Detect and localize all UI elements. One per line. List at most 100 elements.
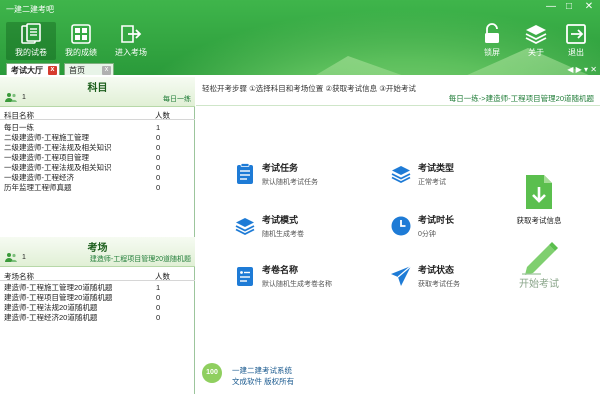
exam-mode-label: 考试模式 [262,215,299,225]
table-row[interactable]: 建造师-工程经济20道随机题 0 [0,313,195,323]
subjects-header: 科目 1 每日一练 [0,77,195,107]
close-tab-icon[interactable]: x [48,66,57,75]
task-list-icon [237,163,253,184]
table-row[interactable]: 一级建造师-工程项目管理 0 [0,153,195,163]
table-row[interactable]: 建造师-工程法规20道随机题 0 [0,303,195,313]
row-count: 0 [156,163,161,172]
footer-copyright: 文成软件 版权所有 [232,377,295,386]
left-panel: 科目 1 每日一练 科目名称 人数 每日一练 1 二级建造师-工程施工管理 0 二级… [0,77,195,394]
row-count: 1 [156,283,161,292]
table-row[interactable]: 建造师-工程项目管理20道随机题 0 [0,293,195,303]
rooms-header: 考场 1 建造师-工程项目管理20道随机题 [0,237,195,267]
row-name: 建造师-工程法规20道随机题 [4,303,98,312]
row-name: 一级建造师-工程法规及相关知识 [4,163,112,172]
main-panel: 轻松开考步骤 ①选择科目和考场位置 ②获取考试信息 ③开始考试 每日一练->建造… [196,77,600,394]
row-name: 每日一练 [4,123,34,132]
table-row[interactable]: 每日一练 1 [0,123,195,133]
subject-name-column[interactable]: 科目名称 [4,110,34,121]
exam-mode-value: 随机生成考卷 [262,231,304,238]
paper-name-label: 考卷名称 [262,265,299,275]
rooms-list: 建造师-工程施工管理20道随机题 1 建造师-工程项目管理20道随机题 0 建造师-… [0,283,195,323]
exam-steps: 轻松开考步骤 ①选择科目和考场位置 ②获取考试信息 ③开始考试 [202,84,416,93]
enter-exam-room-label: 进入考场 [115,48,147,57]
tab-home[interactable]: 首页 x [64,63,114,75]
lock-screen-button[interactable]: 锁屏 [468,22,516,60]
tab-navigation-arrows[interactable]: ◀ ▶ ▾ ✕ [567,65,597,74]
get-exam-info-label: 获取考试信息 [516,216,562,225]
row-name: 一级建造师-工程项目管理 [4,153,89,162]
paper-stack-icon [21,23,41,44]
rooms-table-header: 考场名称 人数 [0,269,195,281]
row-count: 0 [156,153,161,162]
document-icon [237,267,253,286]
room-name-column[interactable]: 考场名称 [4,271,34,282]
exit-button[interactable]: 退出 [552,22,600,60]
window-title: 一建二建考吧 [6,5,54,14]
subjects-list: 每日一练 1 二级建造师-工程施工管理 0 二级建造师-工程法规及相关知识 0 一级建… [0,123,195,193]
exam-duration-label: 考试时长 [418,215,455,225]
lock-icon [485,23,499,43]
enter-exam-room-button[interactable]: 进入考场 [106,22,156,60]
selected-subject: 每日一练 [163,96,191,103]
lock-screen-label: 锁屏 [484,48,500,57]
rooms-count: 1 [22,254,26,261]
subjects-count: 1 [22,94,26,101]
row-name: 二级建造师-工程法规及相关知识 [4,143,112,152]
maximize-button[interactable]: □ [558,0,580,16]
exam-task-value: 默认随机考试任务 [262,179,318,186]
my-scores-label: 我的成绩 [65,48,97,57]
exam-type-label: 考试类型 [418,163,455,173]
footer-system-name: 一建二建考试系统 [232,366,292,375]
table-row[interactable]: 一级建造师-工程法规及相关知识 0 [0,163,195,173]
tab-exam-hall-label: 考试大厅 [11,66,43,75]
download-document-icon [526,175,552,209]
my-scores-button[interactable]: 我的成绩 [56,22,106,60]
layers-icon [525,25,547,45]
exam-status-value: 获取考试任务 [418,281,460,288]
paper-name-value: 默认随机生成考卷名称 [262,281,332,288]
selected-room: 建造师-工程项目管理20道随机题 [89,256,191,263]
tab-home-label: 首页 [69,66,85,75]
table-row[interactable]: 建造师-工程施工管理20道随机题 1 [0,283,195,293]
app-header: 一建二建考吧 — □ ✕ 我的试卷 我的成绩 进入考场 锁屏 关于 退出 考试大… [0,0,600,75]
paper-plane-icon [391,265,412,286]
rooms-title: 考场 [87,243,108,254]
row-name: 一级建造师-工程经济 [4,173,74,182]
row-count: 0 [156,173,161,182]
close-tab-icon[interactable]: x [102,66,111,75]
row-name: 历年监理工程师真题 [4,183,72,192]
exit-label: 退出 [568,48,584,57]
table-row[interactable]: 一级建造师-工程经济 0 [0,173,195,183]
close-window-button[interactable]: ✕ [578,0,600,16]
row-count: 0 [156,293,161,302]
row-count: 0 [156,303,161,312]
tab-strip: 考试大厅 x 首页 x ◀ ▶ ▾ ✕ [0,63,600,75]
row-name: 建造师-工程施工管理20道随机题 [4,283,113,292]
table-row[interactable]: 二级建造师-工程法规及相关知识 0 [0,143,195,153]
my-papers-button[interactable]: 我的试卷 [6,22,56,60]
exam-duration-value: 0分钟 [418,231,436,238]
enter-room-icon [121,25,142,43]
start-exam-button[interactable]: 开始考试 [514,239,564,290]
clock-icon [391,216,411,236]
room-count-column[interactable]: 人数 [155,271,170,282]
exam-status-label: 考试状态 [418,265,455,275]
table-row[interactable]: 历年监理工程师真题 0 [0,183,195,193]
subject-count-column[interactable]: 人数 [155,110,170,121]
row-count: 0 [156,133,161,142]
exam-type-value: 正常考试 [418,179,446,186]
row-count: 1 [156,123,161,132]
row-count: 0 [156,143,161,152]
start-exam-label: 开始考试 [519,279,559,290]
get-exam-info-button[interactable]: 获取考试信息 [514,173,564,226]
app-logo: 100 [202,363,222,383]
my-papers-label: 我的试卷 [15,48,47,57]
subjects-title: 科目 [87,83,108,94]
exam-task-label: 考试任务 [262,163,299,173]
exit-icon [566,24,586,44]
row-name: 二级建造师-工程施工管理 [4,133,89,142]
tab-exam-hall[interactable]: 考试大厅 x [6,63,60,75]
table-row[interactable]: 二级建造师-工程施工管理 0 [0,133,195,143]
row-name: 建造师-工程项目管理20道随机题 [4,293,113,302]
scores-grid-icon [71,24,91,44]
